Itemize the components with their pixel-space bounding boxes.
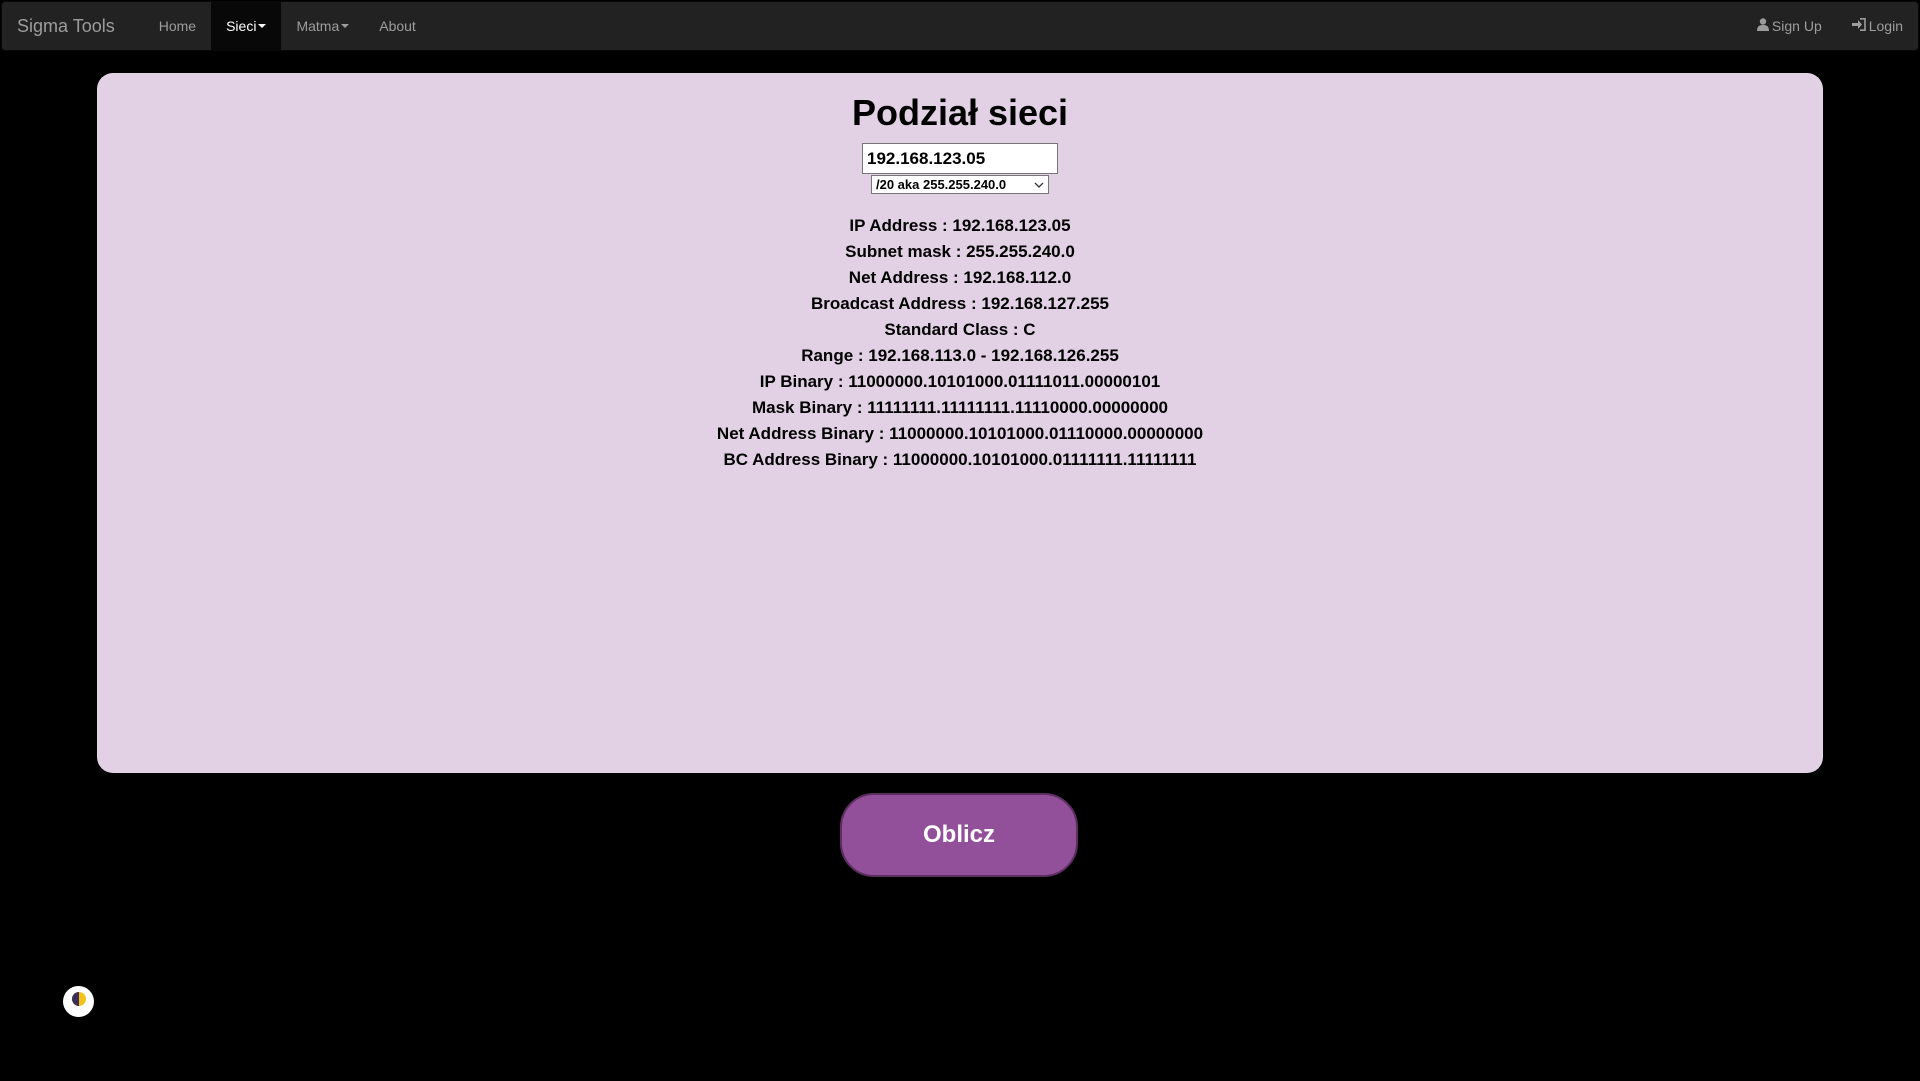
calculate-button[interactable]: Oblicz	[840, 793, 1078, 877]
result-standard-class: Standard Class : C	[884, 320, 1036, 339]
chevron-down-icon	[1030, 182, 1048, 188]
login-label: Login	[1868, 18, 1903, 34]
contrast-icon	[71, 991, 87, 1012]
result-ip-address: IP Address : 192.168.123.05	[849, 216, 1071, 235]
subnet-mask-selected: /20 aka 255.255.240.0	[876, 177, 1007, 192]
nav-matma-label: Matma	[296, 18, 340, 34]
caret-down-icon	[341, 24, 350, 28]
nav-home-label: Home	[158, 18, 197, 34]
brand-link[interactable]: Sigma Tools	[2, 2, 130, 50]
result-net-address-binary: Net Address Binary : 11000000.10101000.0…	[716, 424, 1204, 443]
result-bc-address-binary: BC Address Binary : 11000000.10101000.01…	[723, 450, 1197, 469]
nav-sign-up[interactable]: Sign Up	[1742, 2, 1837, 50]
navbar: Sigma Tools Home Sieci Matma About Sign …	[1, 1, 1919, 51]
result-broadcast-address: Broadcast Address : 192.168.127.255	[811, 294, 1109, 313]
theme-toggle-button[interactable]	[63, 986, 94, 1017]
login-icon	[1851, 18, 1866, 34]
result-range: Range : 192.168.113.0 - 192.168.126.255	[801, 346, 1119, 365]
page-title: Podział sieci	[851, 92, 1069, 133]
nav-matma-dropdown[interactable]: Matma	[281, 2, 364, 50]
nav-home[interactable]: Home	[144, 2, 211, 50]
result-net-address: Net Address : 192.168.112.0	[848, 268, 1072, 287]
user-icon	[1756, 18, 1769, 34]
result-ip-binary: IP Binary : 11000000.10101000.01111011.0…	[759, 372, 1161, 391]
caret-down-icon	[258, 24, 267, 28]
nav-sieci-label: Sieci	[226, 18, 257, 34]
nav-about[interactable]: About	[364, 2, 431, 50]
nav-about-label: About	[379, 18, 416, 34]
subnet-mask-select[interactable]: /20 aka 255.255.240.0	[871, 175, 1049, 194]
sign-up-label: Sign Up	[1771, 18, 1822, 34]
nav-sieci-dropdown[interactable]: Sieci	[211, 2, 282, 50]
ip-address-input[interactable]	[862, 143, 1058, 174]
results-list: IP Address : 192.168.123.05 Subnet mask …	[0, 213, 1920, 473]
nav-login[interactable]: Login	[1837, 2, 1918, 50]
result-mask-binary: Mask Binary : 11111111.11111111.11110000…	[751, 398, 1169, 417]
result-subnet-mask: Subnet mask : 255.255.240.0	[845, 242, 1075, 261]
nav-right: Sign Up Login	[1742, 2, 1918, 50]
